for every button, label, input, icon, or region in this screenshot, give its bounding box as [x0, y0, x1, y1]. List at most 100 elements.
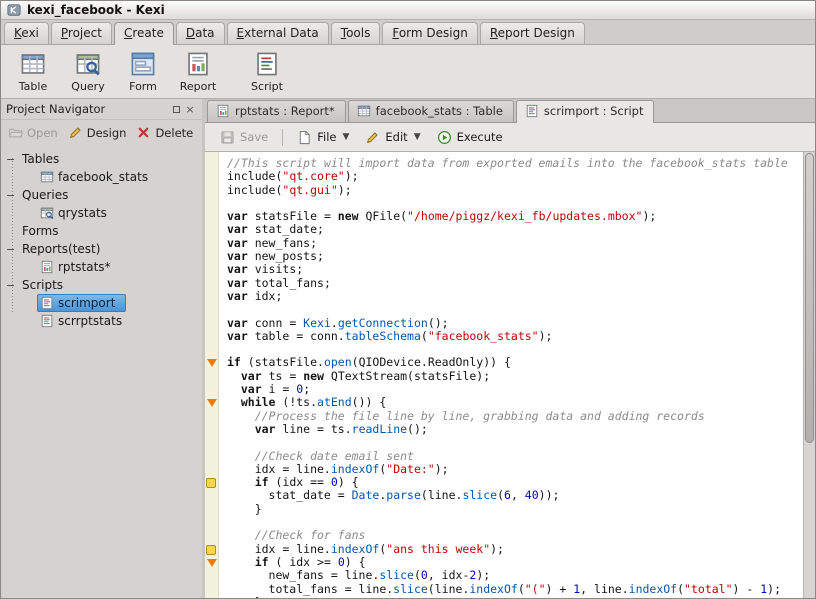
script-editor[interactable]: //This script will import data from expo… — [205, 152, 815, 598]
tab-label: scrimport : Script — [544, 104, 644, 118]
float-panel-icon[interactable] — [169, 102, 183, 116]
code-line[interactable]: var stat_date; — [205, 223, 803, 236]
code-line[interactable]: include("qt.core"); — [205, 170, 803, 183]
create-table-button[interactable]: Table — [7, 48, 59, 96]
tree-item-box: scrimport — [37, 294, 126, 312]
vertical-scrollbar[interactable] — [803, 152, 815, 598]
create-form-button[interactable]: Form — [117, 48, 169, 96]
code-token: ); — [338, 183, 352, 197]
tree-item-box: scrrptstats — [37, 312, 133, 330]
tree-item-facebook-stats[interactable]: facebook_stats — [1, 168, 202, 186]
code-line[interactable]: var i = 0; — [205, 383, 803, 396]
code-line[interactable]: //This script will import data from expo… — [205, 157, 803, 170]
code-line[interactable]: var line = ts.readLine(); — [205, 423, 803, 436]
code-line[interactable]: //Check for fans — [205, 529, 803, 542]
code-line[interactable]: } — [205, 503, 803, 516]
code-line[interactable]: var ts = new QTextStream(statsFile); — [205, 370, 803, 383]
code-line[interactable]: //Check date email sent — [205, 450, 803, 463]
tree-item-reports-test[interactable]: −Reports(test) — [1, 240, 202, 258]
script-icon — [254, 51, 280, 77]
fold-marker-icon[interactable] — [207, 399, 217, 407]
code-token: slice — [379, 568, 414, 582]
expander-icon[interactable]: − — [6, 243, 19, 256]
tab-rptstats-report[interactable]: rptstats : Report* — [207, 100, 346, 122]
code-line[interactable]: var conn = Kexi.getConnection(); — [205, 317, 803, 330]
code-line[interactable]: var idx; — [205, 290, 803, 303]
code-line[interactable]: idx = line.indexOf("ans this week"); — [205, 543, 803, 556]
scrollbar-thumb[interactable] — [805, 153, 814, 443]
code-line[interactable]: total_fans = line.slice(line.indexOf("("… — [205, 583, 803, 596]
expander-icon[interactable]: − — [6, 189, 19, 202]
code-token: QFile( — [359, 209, 407, 223]
code-line[interactable]: var new_posts; — [205, 250, 803, 263]
design-button[interactable]: Design — [68, 125, 127, 140]
bookmark-marker-icon[interactable] — [206, 478, 216, 488]
expander-icon[interactable]: − — [6, 153, 19, 166]
tree-item-box: Tables — [19, 150, 70, 168]
menu-item-form-design[interactable]: Form Design — [382, 22, 477, 44]
tree-item-scrimport[interactable]: scrimport — [1, 294, 202, 312]
code-line[interactable]: var total_fans; — [205, 277, 803, 290]
code-token: , line. — [580, 582, 628, 596]
menu-item-create[interactable]: Create — [114, 22, 174, 45]
code-line[interactable]: stat_date = Date.parse(line.slice(6, 40)… — [205, 489, 803, 502]
code-token: slice — [393, 582, 428, 596]
code-line[interactable]: //Process the file line by line, grabbin… — [205, 410, 803, 423]
menu-item-external-data[interactable]: External Data — [227, 22, 329, 44]
code-line[interactable]: new_fans = line.slice(0, idx-2); — [205, 569, 803, 582]
execute-button[interactable]: Execute — [430, 127, 510, 148]
code-line[interactable]: var visits; — [205, 263, 803, 276]
code-token: var — [227, 289, 248, 303]
create-toolbar: TableQueryFormReport Script — [1, 45, 815, 99]
tree-item-rptstats[interactable]: rptstats* — [1, 258, 202, 276]
bookmark-marker-icon[interactable] — [206, 545, 216, 555]
menu-item-report-design[interactable]: Report Design — [480, 22, 585, 44]
expander-icon[interactable]: − — [6, 279, 19, 292]
tree-item-label: Reports(test) — [22, 242, 100, 256]
code-line[interactable]: var table = conn.tableSchema("facebook_s… — [205, 330, 803, 343]
fold-marker-icon[interactable] — [207, 359, 217, 367]
code-line[interactable] — [205, 343, 803, 356]
code-token: visits; — [248, 262, 303, 276]
tree-item-forms[interactable]: Forms — [1, 222, 202, 240]
tree-item-tables[interactable]: −Tables — [1, 150, 202, 168]
tab-facebook-stats-table[interactable]: facebook_stats : Table — [348, 100, 514, 122]
menu-item-tools[interactable]: Tools — [331, 22, 381, 44]
menu-item-project[interactable]: Project — [51, 22, 112, 44]
code-line[interactable]: idx = line.indexOf("Date:"); — [205, 463, 803, 476]
create-script-button[interactable]: Script — [241, 48, 293, 96]
create-report-button[interactable]: Report — [172, 48, 224, 96]
code-line[interactable]: var statsFile = new QFile("/home/piggz/k… — [205, 210, 803, 223]
tree-item-qrystats[interactable]: qrystats — [1, 204, 202, 222]
code-line[interactable] — [205, 516, 803, 529]
tab-scrimport-script[interactable]: scrimport : Script — [516, 100, 655, 123]
tree-item-queries[interactable]: −Queries — [1, 186, 202, 204]
code-line[interactable]: if (idx == 0) { — [205, 476, 803, 489]
code-line[interactable]: var new_fans; — [205, 237, 803, 250]
tree-item-scrrptstats[interactable]: scrrptstats — [1, 312, 202, 330]
code-line[interactable] — [205, 303, 803, 316]
tree-item-label: Queries — [22, 188, 68, 202]
open-button[interactable]: Open — [8, 125, 58, 140]
delete-button[interactable]: Delete — [136, 125, 193, 140]
code-line[interactable]: if (statsFile.open(QIODevice.ReadOnly)) … — [205, 356, 803, 369]
menu-item-kexi[interactable]: Kexi — [4, 22, 49, 44]
main-area: Project Navigator × OpenDesignDelete −Ta… — [1, 99, 815, 598]
code-token: stat_date = — [227, 488, 352, 502]
file-menu-button[interactable]: File ▼ — [290, 127, 356, 148]
code-line[interactable]: include("qt.gui"); — [205, 184, 803, 197]
edit-menu-button[interactable]: Edit ▼ — [358, 127, 427, 148]
fold-marker-icon[interactable] — [207, 559, 217, 567]
code-token: ) + — [546, 582, 574, 596]
save-button[interactable]: Save — [213, 127, 275, 148]
tree-item-scripts[interactable]: −Scripts — [1, 276, 202, 294]
close-panel-icon[interactable]: × — [183, 102, 197, 116]
code-token: "ans this week" — [386, 542, 490, 556]
code-line[interactable]: } — [205, 596, 803, 598]
menu-item-data[interactable]: Data — [176, 22, 225, 44]
code-line[interactable]: while (!ts.atEnd()) { — [205, 396, 803, 409]
code-line[interactable] — [205, 197, 803, 210]
create-query-button[interactable]: Query — [62, 48, 114, 96]
code-line[interactable] — [205, 436, 803, 449]
code-line[interactable]: if ( idx >= 0) { — [205, 556, 803, 569]
